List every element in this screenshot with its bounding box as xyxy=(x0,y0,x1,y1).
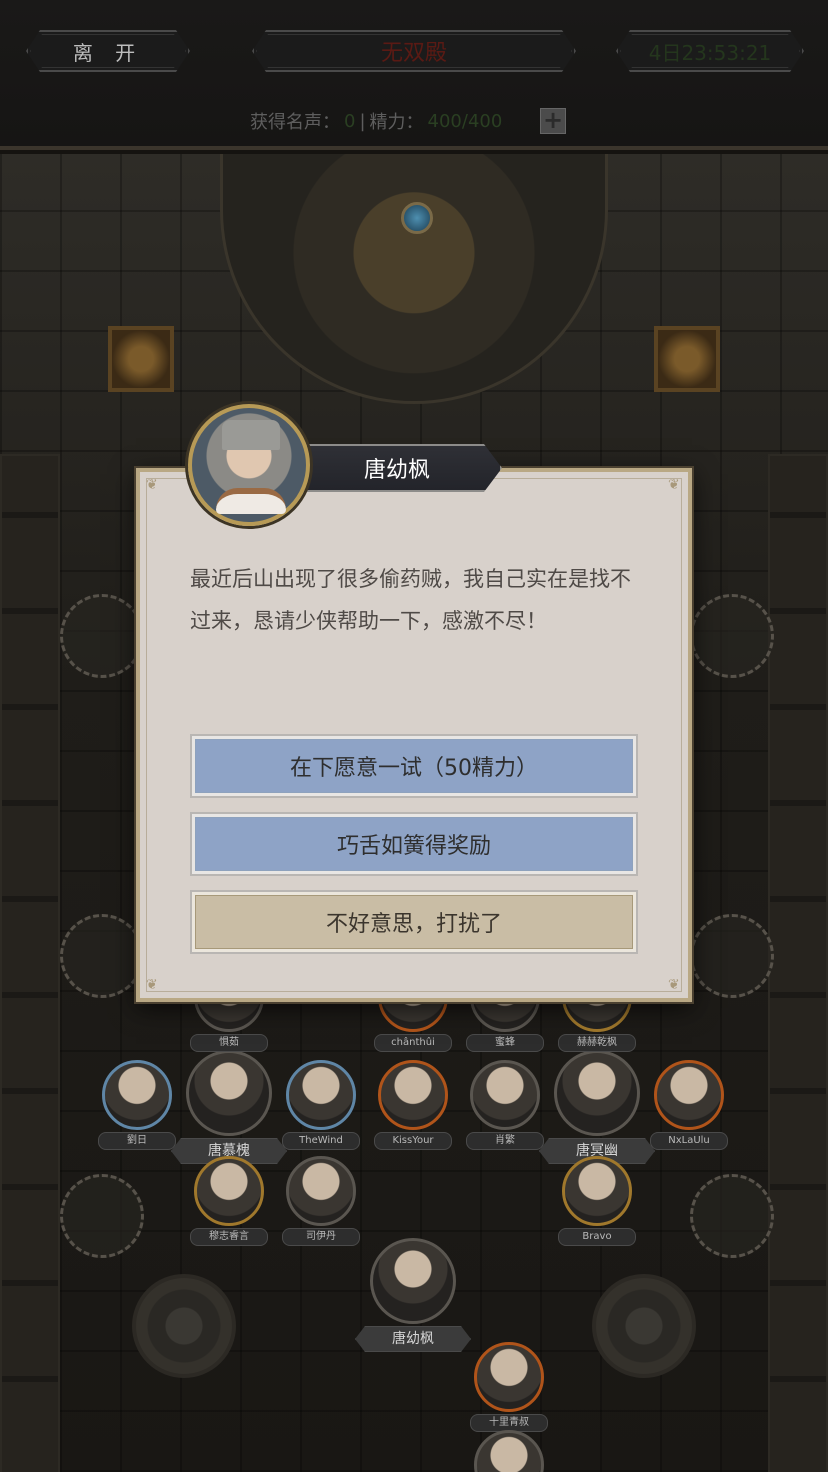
page-title: 无双殿 xyxy=(252,30,576,72)
player-token[interactable] xyxy=(466,1430,552,1472)
avatar xyxy=(194,1156,264,1226)
avatar xyxy=(370,1238,456,1324)
dialog-text: 最近后山出现了很多偷药贼，我自己实在是找不过来，恳请少侠帮助一下，感激不尽！ xyxy=(190,567,631,633)
npc-portrait xyxy=(188,404,310,526)
avatar xyxy=(286,1156,356,1226)
stats-separator: | xyxy=(359,110,366,132)
corner-ornament-icon: ❦ xyxy=(146,477,158,493)
gear-wheel-icon xyxy=(132,1274,236,1378)
corner-ornament-icon: ❦ xyxy=(668,477,680,493)
avatar xyxy=(186,1050,272,1136)
player-name: 肖繁 xyxy=(466,1132,544,1150)
reputation-label: 获得名声： xyxy=(250,112,340,133)
player-token[interactable]: TheWind xyxy=(278,1060,364,1150)
player-token[interactable]: NxLaUlu xyxy=(646,1060,732,1150)
npc-token[interactable]: 唐慕槐 xyxy=(186,1050,272,1164)
lantern-left xyxy=(108,326,174,392)
player-name: NxLaUlu xyxy=(650,1132,728,1150)
player-name: 穆志睿言 xyxy=(190,1228,268,1246)
player-token[interactable]: 十里青叔 xyxy=(466,1342,552,1432)
gear-wheel-icon xyxy=(592,1274,696,1378)
spiked-wheel-icon xyxy=(690,594,774,678)
player-token[interactable]: 穆志睿言 xyxy=(186,1156,272,1246)
pillar-right xyxy=(768,454,828,1472)
player-name: 蜜蜂 xyxy=(466,1034,544,1052)
player-token[interactable]: 肖繁 xyxy=(462,1060,548,1150)
player-token[interactable]: KissYour xyxy=(370,1060,456,1150)
avatar xyxy=(654,1060,724,1130)
avatar xyxy=(286,1060,356,1130)
npc-name: 唐幼枫 xyxy=(355,1326,471,1352)
countdown-timer: 4日23:53:21 xyxy=(616,30,804,72)
decline-button[interactable]: 不好意思，打扰了 xyxy=(190,890,638,954)
corner-ornament-icon: ❦ xyxy=(668,977,680,993)
scholar-hat-icon xyxy=(222,420,280,450)
spiked-wheel-icon xyxy=(60,594,144,678)
spiked-wheel-icon xyxy=(690,914,774,998)
player-name: 劉日 xyxy=(98,1132,176,1150)
player-name: KissYour xyxy=(374,1132,452,1150)
spiked-wheel-icon xyxy=(690,1174,774,1258)
player-name: 司伊丹 xyxy=(282,1228,360,1246)
gem-icon xyxy=(401,202,433,234)
reputation-value: 0 xyxy=(344,110,356,132)
player-name: chânthûi xyxy=(374,1034,452,1052)
npc-name-plate: 唐幼枫 xyxy=(292,444,502,492)
avatar xyxy=(102,1060,172,1130)
npc-token[interactable]: 唐冥幽 xyxy=(554,1050,640,1164)
leave-button[interactable]: 离 开 xyxy=(26,30,190,72)
energy-label: 精力： xyxy=(369,112,424,133)
add-energy-button[interactable]: + xyxy=(540,108,566,134)
robe-icon xyxy=(216,488,286,514)
avatar xyxy=(474,1342,544,1412)
player-name: 赫赫乾枫 xyxy=(558,1034,636,1052)
avatar xyxy=(474,1430,544,1472)
avatar xyxy=(470,1060,540,1130)
player-name: 惧茹 xyxy=(190,1034,268,1052)
player-token[interactable]: 劉日 xyxy=(94,1060,180,1150)
stats-bar: 获得名声： 0 | 精力： 400/400 xyxy=(250,108,502,134)
player-name: Bravo xyxy=(558,1228,636,1246)
player-token[interactable]: 司伊丹 xyxy=(278,1156,364,1246)
corner-ornament-icon: ❦ xyxy=(146,977,158,993)
lotus-ornament xyxy=(220,154,608,404)
player-token[interactable]: Bravo xyxy=(554,1156,640,1246)
npc-token-center[interactable]: 唐幼枫 xyxy=(370,1238,456,1352)
lantern-right xyxy=(654,326,720,392)
accept-quest-button[interactable]: 在下愿意一试（50精力） xyxy=(190,734,638,798)
player-name: TheWind xyxy=(282,1132,360,1150)
persuade-reward-button[interactable]: 巧舌如簧得奖励 xyxy=(190,812,638,876)
energy-value: 400/400 xyxy=(427,110,503,132)
pillar-left xyxy=(0,454,60,1472)
spiked-wheel-icon xyxy=(60,914,144,998)
avatar xyxy=(554,1050,640,1136)
avatar xyxy=(562,1156,632,1226)
spiked-wheel-icon xyxy=(60,1174,144,1258)
top-bar: 离 开 无双殿 4日23:53:21 获得名声： 0 | 精力： 400/400… xyxy=(0,0,828,150)
avatar xyxy=(378,1060,448,1130)
